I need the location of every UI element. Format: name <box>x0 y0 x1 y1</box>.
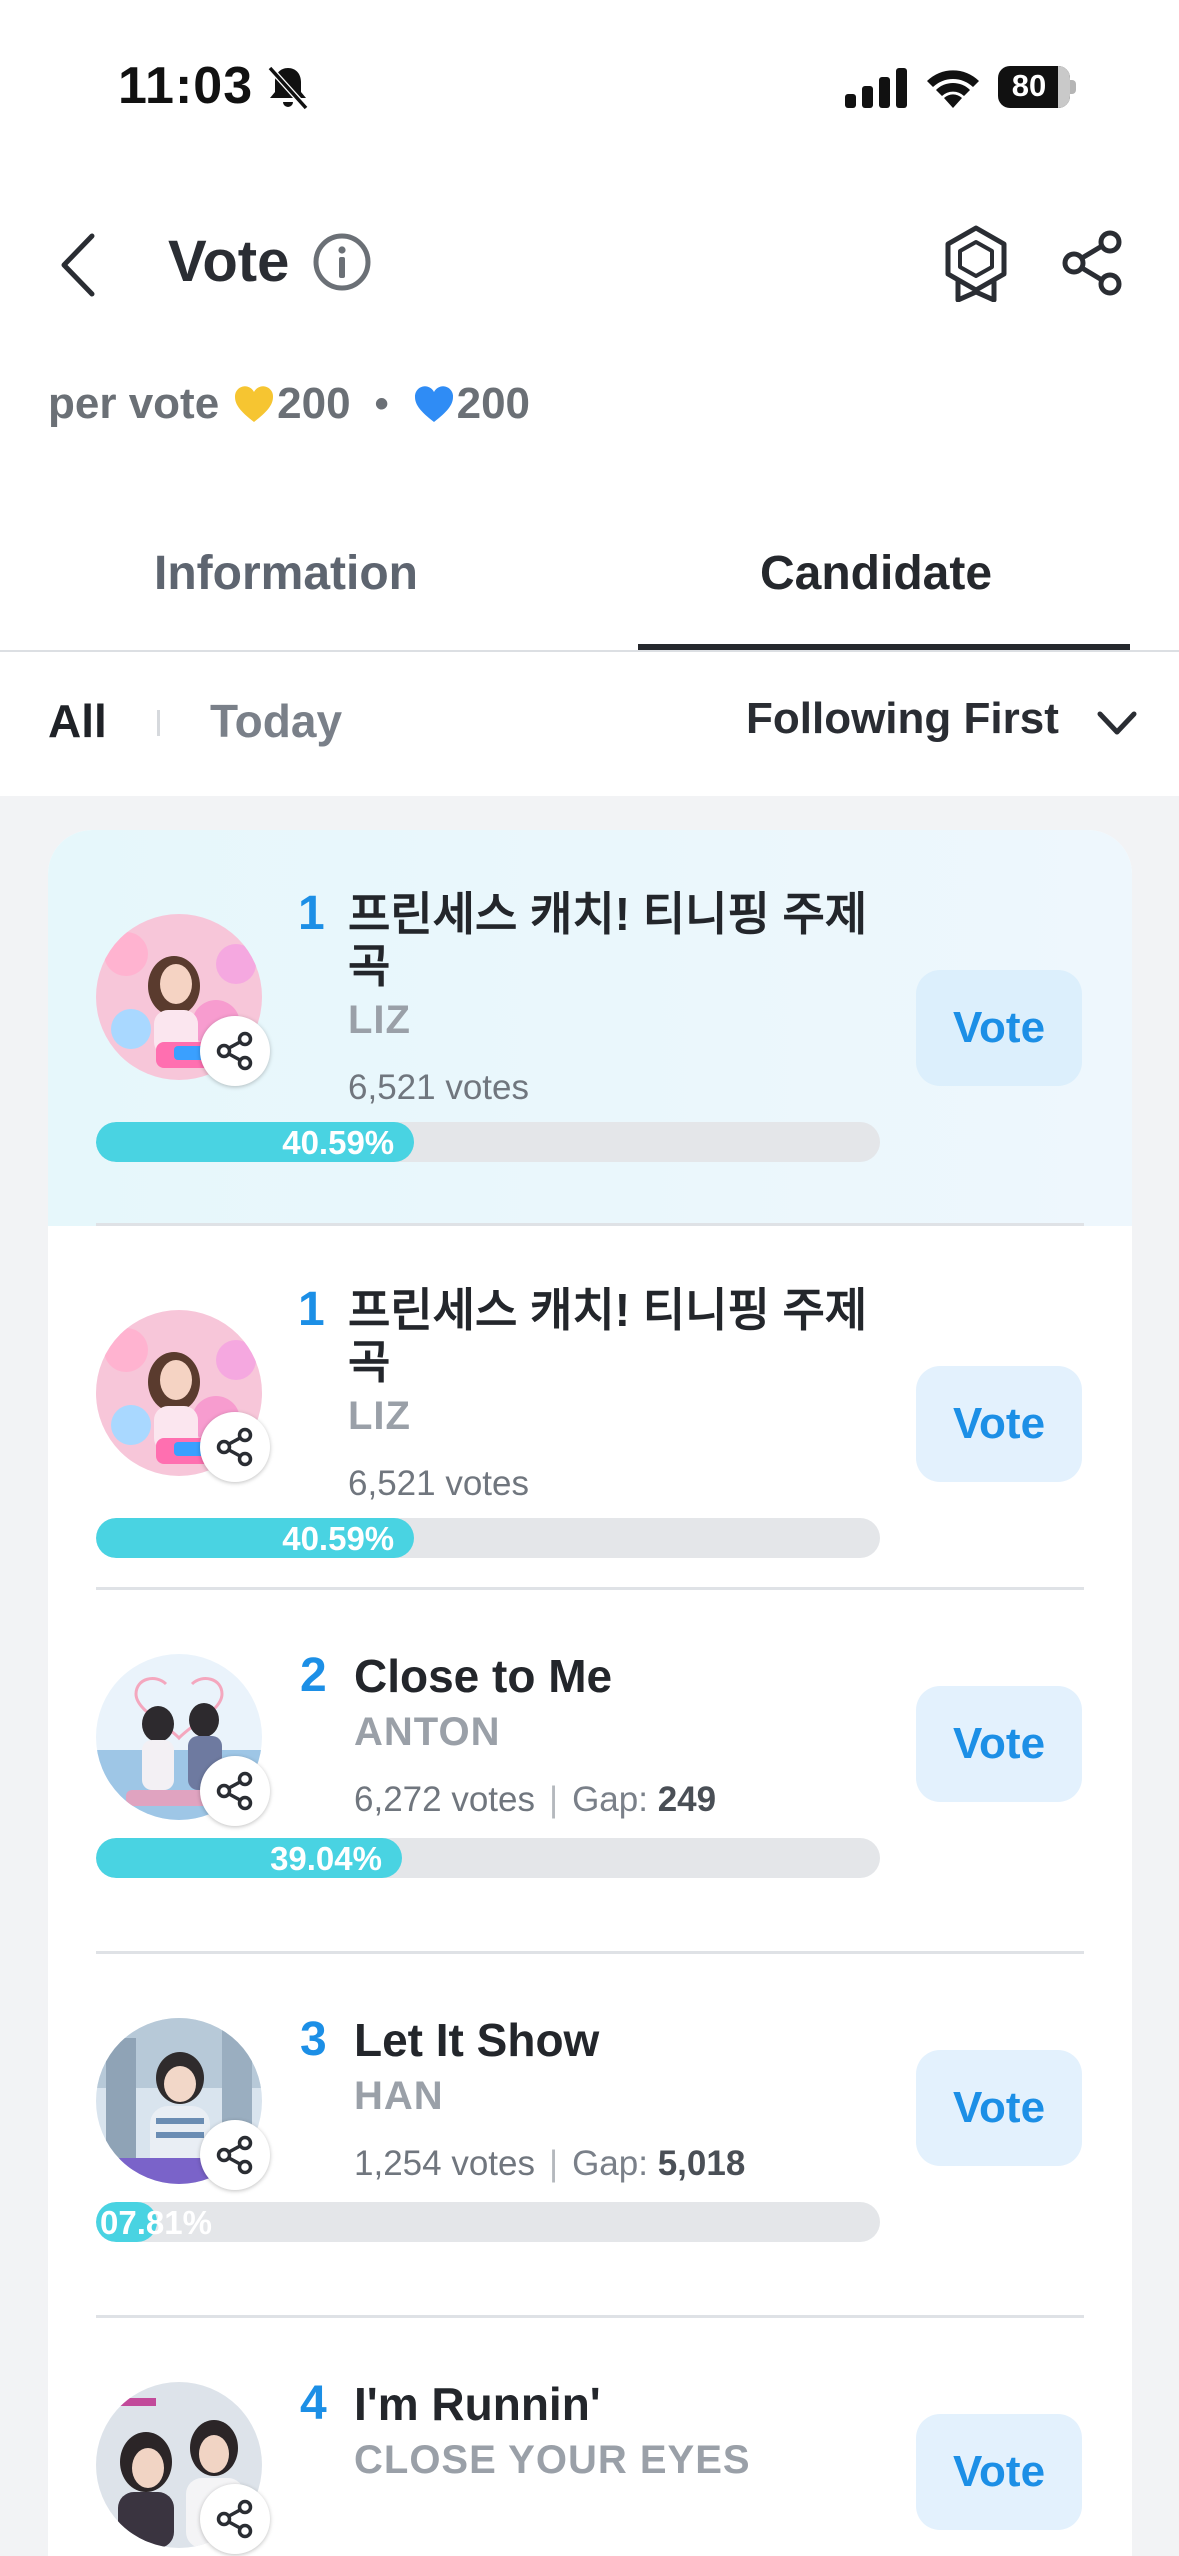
vote-count: 1,254 votes | Gap: 5,018 <box>354 2144 746 2183</box>
vote-count-unit: votes <box>451 1780 535 1819</box>
gap-value: 249 <box>657 1780 717 1819</box>
filter-all[interactable]: All <box>48 694 107 748</box>
candidate-row[interactable]: 3 Let It Show HAN 1,254 votes | Gap: 5,018… <box>48 1954 1132 2318</box>
rank-number: 2 <box>300 1649 327 1702</box>
vote-button[interactable]: Vote <box>916 970 1082 1086</box>
battery-indicator: 80 <box>998 66 1076 108</box>
vote-share-bar: 40.59% <box>96 1518 880 1558</box>
vote-count-unit: votes <box>451 2144 535 2183</box>
gold-heart-icon <box>235 386 274 422</box>
header: Vote <box>0 200 1179 330</box>
artist-name: HAN <box>354 2074 444 2118</box>
per-vote-cost: per vote 200 • 200 <box>48 374 530 434</box>
vote-share-percent: 39.04% <box>270 1840 382 1877</box>
chevron-down-icon[interactable] <box>1092 706 1142 740</box>
vote-count-unit: votes <box>445 1068 529 1107</box>
vote-count: 6,272 votes | Gap: 249 <box>354 1780 717 1819</box>
tab-bar: Information Candidate <box>0 520 1179 652</box>
vote-count-number: 6,521 <box>348 1464 436 1503</box>
tab-candidate[interactable]: Candidate <box>760 546 992 601</box>
candidate-row[interactable]: 4 I'm Runnin' CLOSE YOUR EYES Vote <box>48 2318 1132 2556</box>
song-title: Let It Show <box>354 2014 600 2066</box>
bell-off-icon <box>267 65 309 111</box>
share-icon <box>216 1427 253 1467</box>
vote-count: 6,521 votes <box>348 1068 529 1108</box>
battery-percent: 80 <box>1011 68 1047 103</box>
vote-count-unit: votes <box>445 1464 529 1503</box>
vote-button[interactable]: Vote <box>916 1366 1082 1482</box>
share-icon <box>216 2499 253 2539</box>
filter-today[interactable]: Today <box>210 694 342 748</box>
vote-share-bar: 40.59% <box>96 1122 880 1162</box>
artist-name: LIZ <box>348 1394 411 1438</box>
vote-count-number: 6,272 <box>354 1780 442 1819</box>
back-arrow-icon[interactable] <box>50 230 110 300</box>
candidate-row[interactable]: 1 프린세스 캐치! 티니핑 주제곡 LIZ 6,521 votes Vote … <box>48 1226 1132 1590</box>
info-icon[interactable] <box>312 232 372 292</box>
candidate-row[interactable]: 2 Close to Me ANTON 6,272 votes | Gap: 249… <box>48 1590 1132 1954</box>
candidate-list: 1 프린세스 캐치! 티니핑 주제곡 LIZ 6,521 votes Vote … <box>48 830 1132 2556</box>
vote-button[interactable]: Vote <box>916 2050 1082 2166</box>
signal-icon <box>845 68 907 108</box>
gap-value: 5,018 <box>657 2144 746 2183</box>
vote-count-number: 6,521 <box>348 1068 436 1107</box>
song-title: Close to Me <box>354 1650 613 1702</box>
artist-name: LIZ <box>348 998 411 1042</box>
vote-share-percent: 40.59% <box>282 1124 395 1161</box>
artist-name: CLOSE YOUR EYES <box>354 2438 751 2482</box>
blue-heart-icon <box>414 386 453 422</box>
page-title: Vote <box>168 229 290 294</box>
vote-share-bar: 39.04% <box>96 1838 880 1878</box>
blue-heart-amount: 200 <box>456 379 531 428</box>
filter-divider <box>157 710 160 736</box>
vote-count-number: 1,254 <box>354 2144 442 2183</box>
medal-badge-icon[interactable] <box>940 224 1012 302</box>
wifi-icon <box>927 70 979 108</box>
thumbnail-share-button[interactable] <box>200 2484 270 2554</box>
sort-dropdown[interactable]: Following First <box>746 694 1059 744</box>
vote-count: 6,521 votes <box>348 1464 529 1504</box>
artist-name: ANTON <box>354 1710 501 1754</box>
vote-button[interactable]: Vote <box>916 1686 1082 1802</box>
vote-share-percent: 40.59% <box>282 1520 395 1557</box>
thumbnail-share-button[interactable] <box>200 1412 270 1482</box>
status-time: 11:03 <box>118 57 254 115</box>
thumbnail-share-button[interactable] <box>200 1756 270 1826</box>
share-icon <box>216 1771 253 1811</box>
gold-heart-amount: 200 <box>277 379 351 428</box>
rank-number: 3 <box>300 2013 327 2066</box>
song-title: I'm Runnin' <box>354 2378 601 2430</box>
song-title: 프린세스 캐치! 티니핑 주제곡 <box>348 1284 868 1388</box>
rank-number: 1 <box>298 1283 325 1336</box>
vote-button[interactable]: Vote <box>916 2414 1082 2530</box>
rank-number: 4 <box>300 2377 327 2430</box>
song-title: 프린세스 캐치! 티니핑 주제곡 <box>348 888 868 992</box>
rank-number: 1 <box>298 887 325 940</box>
vote-screen: 11:03 80 Vote per vote 200 • 200 Informa… <box>0 0 1179 2556</box>
separator-dot: • <box>374 381 389 426</box>
vote-share-bar: 07.81% <box>96 2202 880 2242</box>
active-tab-indicator <box>638 644 1130 650</box>
gap-label: Gap: <box>572 1780 648 1819</box>
gap-label: Gap: <box>572 2144 648 2183</box>
candidate-row[interactable]: 1 프린세스 캐치! 티니핑 주제곡 LIZ 6,521 votes Vote … <box>48 830 1132 1226</box>
vote-share-percent: 07.81% <box>100 2204 212 2241</box>
thumbnail-share-button[interactable] <box>200 1016 270 1086</box>
filter-bar: All Today Following First <box>0 654 1179 796</box>
status-bar: 11:03 80 <box>0 0 1179 170</box>
per-vote-label: per vote <box>48 379 220 428</box>
share-icon <box>216 2135 253 2175</box>
tab-information[interactable]: Information <box>154 546 418 601</box>
share-icon <box>216 1031 253 1071</box>
share-icon[interactable] <box>1058 228 1128 298</box>
thumbnail-share-button[interactable] <box>200 2120 270 2190</box>
